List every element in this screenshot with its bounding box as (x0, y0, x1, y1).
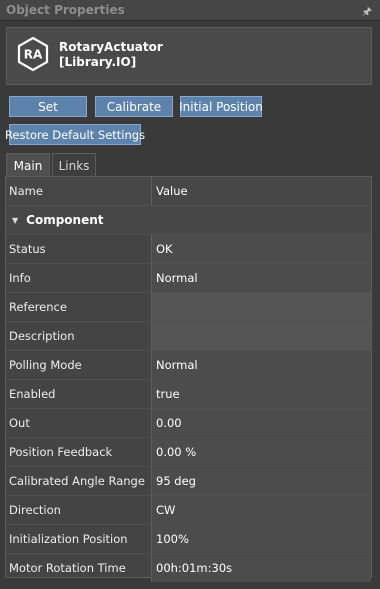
property-name: Direction (9, 503, 61, 517)
grid-header: Name Value (6, 177, 371, 206)
property-name: Motor Rotation Time (9, 561, 126, 575)
property-value[interactable]: Normal (151, 264, 371, 292)
row-motor-rotation-time: Motor Rotation Time 00h:01m:30s (6, 554, 371, 583)
tab-links[interactable]: Links (52, 153, 96, 177)
property-value[interactable]: Normal (151, 351, 371, 379)
property-name: Enabled (9, 387, 56, 401)
rotary-actuator-logo: RA (17, 36, 49, 72)
property-name: Initialization Position (9, 532, 128, 546)
property-value[interactable]: 00h:01m:30s (151, 554, 371, 582)
property-name: Status (9, 242, 46, 256)
row-position-feedback: Position Feedback 0.00 % (6, 438, 371, 467)
property-name: Info (9, 271, 31, 285)
property-value[interactable]: CW (151, 496, 371, 524)
category-label: ▼ Component (12, 206, 104, 234)
property-name: Reference (9, 300, 67, 314)
property-value[interactable]: 95 deg (151, 467, 371, 495)
restore-default-settings-button[interactable]: Restore Default Settings (5, 124, 145, 145)
row-calibrated-angle-range: Calibrated Angle Range 95 deg (6, 467, 371, 496)
object-type: RotaryActuator (59, 40, 163, 54)
initial-position-button[interactable]: Initial Position (179, 96, 263, 117)
row-enabled: Enabled true (6, 380, 371, 409)
object-name: RotaryActuator [Library.IO] (59, 40, 163, 70)
logo-text: RA (24, 48, 43, 62)
property-value[interactable]: 100% (151, 525, 371, 553)
object-library: [Library.IO] (59, 55, 137, 69)
set-button[interactable]: Set (9, 96, 87, 117)
row-description: Description (6, 322, 371, 351)
category-title: Component (26, 213, 104, 227)
column-header-name: Name (6, 177, 151, 205)
property-value[interactable]: OK (151, 235, 371, 263)
property-value[interactable]: 0.00 (151, 409, 371, 437)
row-initialization-position: Initialization Position 100% (6, 525, 371, 554)
property-name: Position Feedback (9, 445, 113, 459)
row-reference: Reference (6, 293, 371, 322)
column-header-value: Value (151, 177, 371, 205)
row-status: Status OK (6, 235, 371, 264)
panel-title: Object Properties (6, 3, 125, 17)
collapse-caret-icon[interactable]: ▼ (12, 216, 18, 225)
tab-main[interactable]: Main (6, 153, 50, 177)
pin-icon[interactable]: 🖈 (362, 3, 372, 22)
row-info: Info Normal (6, 264, 371, 293)
calibrate-button[interactable]: Calibrate (95, 96, 173, 117)
row-polling-mode: Polling Mode Normal (6, 351, 371, 380)
row-out: Out 0.00 (6, 409, 371, 438)
property-grid: Name Value ▼ Component Status OK Info No… (5, 176, 372, 582)
category-row[interactable]: ▼ Component (6, 206, 371, 235)
property-name: Polling Mode (9, 358, 82, 372)
property-name: Calibrated Angle Range (9, 474, 145, 488)
property-value[interactable]: true (151, 380, 371, 408)
property-name: Out (9, 416, 30, 430)
object-header: RA RotaryActuator [Library.IO] (6, 27, 372, 85)
property-value[interactable] (151, 322, 371, 350)
panel-titlebar: Object Properties 🖈 (0, 0, 380, 21)
property-value[interactable]: 0.00 % (151, 438, 371, 466)
property-name: Description (9, 329, 75, 343)
row-direction: Direction CW (6, 496, 371, 525)
property-value[interactable] (151, 293, 371, 321)
